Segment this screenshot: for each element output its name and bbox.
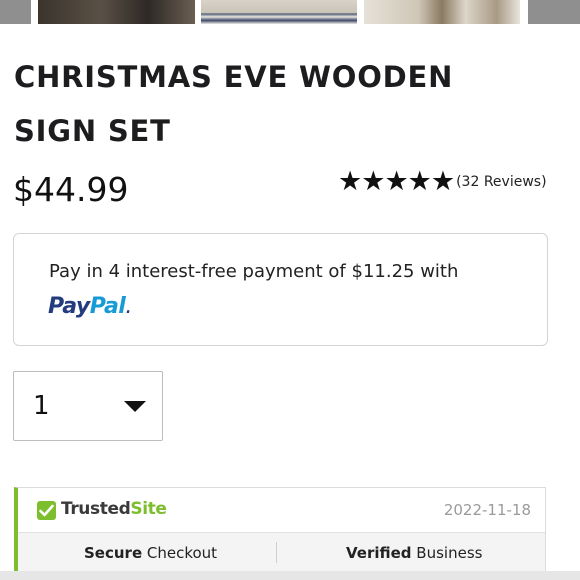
product-gallery-strip (0, 0, 580, 24)
star-icon: ★ (361, 166, 386, 197)
product-price: $44.99 (13, 170, 129, 209)
star-icon: ★ (384, 166, 409, 197)
chevron-down-icon (124, 401, 146, 412)
paypal-message: Pay in 4 interest-free payment of $11.25… (49, 261, 459, 282)
product-title: CHRISTMAS EVE WOODEN SIGN SET (14, 60, 454, 148)
paypal-logo[interactable]: PayPal. (48, 294, 132, 319)
bottom-bar (0, 571, 580, 580)
quantity-select[interactable]: 1 (13, 371, 163, 441)
paypal-logo-part1: Pay (48, 294, 90, 319)
divider (276, 542, 277, 563)
paypal-installments-box: Pay in 4 interest-free payment of $11.25… (13, 233, 548, 346)
secure-checkout-label: Secure Checkout (84, 544, 217, 562)
star-icon: ★ (407, 166, 432, 197)
paypal-logo-part2: Pal (89, 294, 126, 319)
gallery-thumbnail[interactable] (0, 0, 31, 24)
verified-label: Verified (346, 544, 412, 562)
rating-stars: ★ ★ ★ ★ ★ (338, 166, 456, 197)
gallery-thumbnail[interactable] (364, 0, 520, 24)
trustedsite-logo-part2: Site (130, 499, 167, 519)
trustedsite-date: 2022-11-18 (443, 501, 531, 519)
trustedsite-header: TrustedSite 2022-11-18 (18, 488, 545, 532)
secure-label: Secure (84, 544, 143, 562)
verified-business-label: Verified Business (346, 544, 482, 562)
star-icon: ★ (338, 166, 363, 197)
gallery-thumbnail[interactable] (38, 0, 195, 24)
star-icon: ★ (430, 166, 456, 197)
trustedsite-footer: Secure Checkout Verified Business (18, 532, 545, 572)
gallery-thumbnail[interactable] (201, 0, 357, 24)
paypal-logo-suffix: . (125, 294, 132, 319)
quantity-value: 1 (33, 391, 50, 421)
trustedsite-logo: TrustedSite (61, 499, 167, 519)
reviews-link[interactable]: (32 Reviews) (456, 174, 546, 190)
gallery-thumbnail[interactable] (528, 0, 580, 24)
trustedsite-logo-part1: Trusted (61, 499, 131, 519)
business-label: Business (411, 544, 483, 562)
trustedsite-badge[interactable]: TrustedSite 2022-11-18 Secure Checkout V… (14, 487, 546, 580)
product-rating[interactable]: ★ ★ ★ ★ ★ (32 Reviews) (338, 168, 547, 196)
check-icon (37, 501, 56, 520)
checkout-label: Checkout (142, 544, 218, 562)
